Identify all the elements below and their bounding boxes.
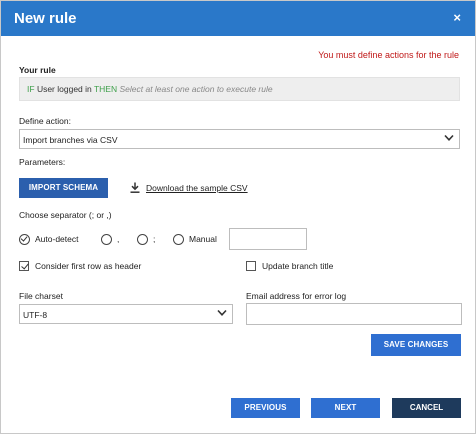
action-select[interactable]: Import branches via CSV [19, 129, 460, 149]
import-schema-button[interactable]: IMPORT SCHEMA [19, 178, 108, 198]
radio-manual-label: Manual [189, 234, 217, 244]
update-branch-title-label: Update branch title [262, 261, 334, 271]
rule-action-hint: Select at least one action to execute ru… [119, 84, 273, 94]
update-branch-title-checkbox[interactable] [246, 261, 256, 271]
parameters-label: Parameters: [19, 157, 66, 167]
separator-label: Choose separator (; or ,) [19, 210, 112, 220]
dialog-title: New rule [14, 10, 77, 27]
radio-comma[interactable] [101, 234, 112, 245]
define-action-label: Define action: [19, 116, 71, 126]
download-icon [130, 182, 140, 193]
email-field[interactable] [246, 303, 462, 325]
if-keyword: IF [27, 84, 35, 94]
rule-condition: User logged in [36, 84, 92, 94]
rule-summary: IF User logged in THEN Select at least o… [19, 77, 460, 101]
radio-manual[interactable] [173, 234, 184, 245]
chevron-down-icon [444, 134, 454, 141]
chevron-down-icon [217, 309, 227, 316]
file-charset-label: File charset [19, 291, 63, 301]
error-message: You must define actions for the rule [318, 50, 459, 60]
radio-auto-detect[interactable] [19, 234, 30, 245]
dialog-header: New rule × [1, 1, 475, 36]
charset-select[interactable]: UTF-8 [19, 304, 233, 324]
manual-separator-input[interactable] [229, 228, 307, 250]
email-label: Email address for error log [246, 291, 347, 301]
first-row-header-checkbox[interactable] [19, 261, 29, 271]
radio-semicolon-label: ; [153, 234, 156, 244]
then-keyword: THEN [93, 84, 118, 94]
previous-button[interactable]: PREVIOUS [231, 398, 300, 418]
download-sample-link[interactable]: Download the sample CSV [130, 182, 248, 193]
action-select-value: Import branches via CSV [23, 135, 118, 145]
radio-comma-label: , [117, 234, 120, 244]
radio-auto-detect-label: Auto-detect [35, 234, 79, 244]
cancel-button[interactable]: CANCEL [392, 398, 461, 418]
new-rule-dialog: New rule × You must define actions for t… [0, 0, 476, 434]
first-row-header-label: Consider first row as header [35, 261, 142, 271]
radio-semicolon[interactable] [137, 234, 148, 245]
charset-select-value: UTF-8 [23, 310, 48, 320]
download-link-text: Download the sample CSV [146, 183, 248, 193]
close-icon[interactable]: × [453, 10, 461, 26]
your-rule-label: Your rule [19, 65, 56, 75]
save-changes-button[interactable]: SAVE CHANGES [371, 334, 461, 356]
next-button[interactable]: NEXT [311, 398, 380, 418]
